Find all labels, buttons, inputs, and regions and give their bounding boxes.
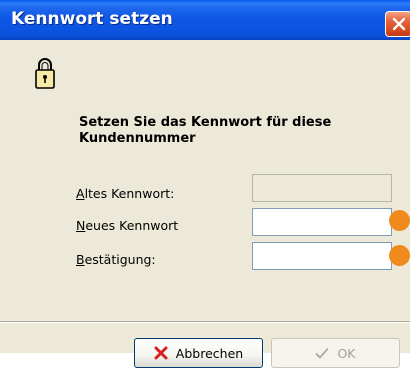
mnemonic-letter: B: [76, 252, 85, 267]
lock-icon: [35, 58, 55, 89]
close-icon: [392, 17, 406, 31]
mnemonic-letter: N: [76, 218, 86, 233]
label-text: estätigung:: [84, 252, 156, 267]
confirm-password-label: Bestätigung:: [76, 252, 156, 267]
mnemonic-letter: A: [76, 186, 85, 201]
ok-button[interactable]: OK: [271, 338, 400, 368]
cancel-button[interactable]: Abbrechen: [134, 338, 263, 368]
new-password-label: Neues Kennwort: [76, 218, 178, 233]
required-marker: [389, 210, 410, 231]
window-title: Kennwort setzen: [11, 9, 173, 29]
title-bar[interactable]: Kennwort setzen: [0, 0, 410, 40]
cancel-label: Abbrechen: [175, 345, 244, 361]
old-password-label: Altes Kennwort:: [76, 186, 174, 201]
label-text: eues Kennwort: [85, 218, 179, 233]
divider-highlight: [0, 322, 410, 323]
confirm-password-field[interactable]: [252, 242, 392, 270]
required-marker: [389, 245, 410, 266]
x-icon: [154, 346, 168, 360]
label-text: ltes Kennwort:: [84, 186, 175, 201]
dialog-heading: Setzen Sie das Kennwort für diese Kunden…: [79, 115, 332, 146]
new-password-field[interactable]: [252, 208, 392, 236]
checkmark-icon: [316, 348, 329, 359]
ok-label: OK: [337, 345, 356, 361]
close-button[interactable]: [385, 11, 410, 37]
dialog-window: Kennwort setzen Setzen Sie das Kennwort …: [0, 0, 410, 368]
old-password-field: [252, 174, 392, 202]
